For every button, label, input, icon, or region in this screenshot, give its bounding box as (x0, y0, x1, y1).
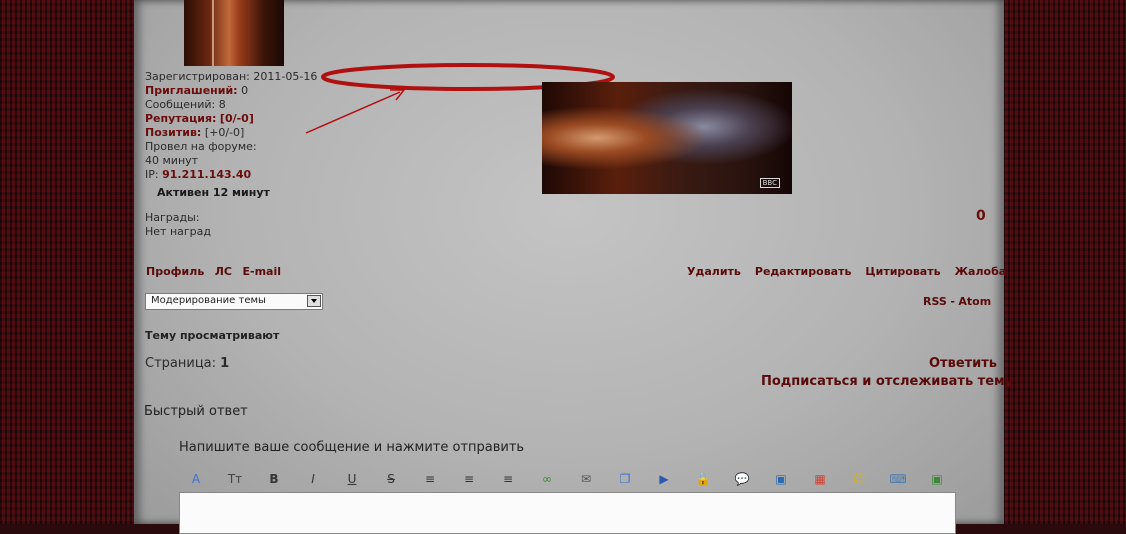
user-avatar[interactable] (184, 0, 284, 66)
annotation-arrow (305, 91, 401, 134)
awards-label: Награды: (145, 211, 200, 224)
edit-link[interactable]: Редактировать (755, 265, 852, 278)
atom-link[interactable]: Atom (958, 295, 991, 308)
font-size-icon[interactable]: Tт (225, 470, 245, 488)
quote-link[interactable]: Цитировать (865, 265, 940, 278)
post-image[interactable]: BBC (542, 82, 792, 194)
quote-icon[interactable]: ❐ (615, 470, 635, 488)
profile-link[interactable]: Профиль (146, 265, 204, 278)
insert-image-icon[interactable]: ▣ (927, 470, 947, 488)
post-actions: Удалить Редактировать Цитировать Жалоба (687, 265, 1006, 278)
message-textarea[interactable] (179, 492, 956, 534)
video-icon[interactable]: ▶ (654, 470, 674, 488)
lock-icon[interactable]: 🔒 (693, 470, 713, 488)
registered-row: Зарегистрирован: 2011-05-16 (145, 70, 318, 83)
italic-icon[interactable]: I (303, 470, 323, 488)
time-value: 40 минут (145, 154, 199, 167)
strikethrough-icon[interactable]: S (381, 470, 401, 488)
comment-icon[interactable]: 💬 (732, 470, 752, 488)
image-watermark: BBC (759, 178, 780, 188)
font-color-icon[interactable]: A (186, 470, 206, 488)
rss-link[interactable]: RSS (923, 295, 947, 308)
align-left-icon[interactable]: ≡ (420, 470, 440, 488)
reputation-row[interactable]: Репутация: [0/-0] (145, 112, 254, 125)
moderation-select[interactable]: Модерирование темы (145, 293, 323, 310)
invites-row: Приглашений: 0 (145, 84, 249, 97)
reply-link[interactable]: Ответить (929, 356, 997, 371)
chevron-down-icon[interactable] (307, 295, 321, 307)
moderation-select-value: Модерирование темы (151, 295, 266, 306)
pagination: Страница: 1 (145, 356, 230, 371)
background-left (0, 0, 140, 524)
quick-reply-title: Быстрый ответ (144, 404, 248, 419)
post-rating-counter[interactable]: 0 (976, 208, 986, 224)
positive-row[interactable]: Позитив: [+0/-0] (145, 126, 244, 139)
subscribe-link[interactable]: Подписаться и отслеживать тему (761, 374, 1013, 389)
align-center-icon[interactable]: ≡ (459, 470, 479, 488)
quick-reply-hint: Напишите ваше сообщение и нажмите отправ… (179, 440, 525, 455)
posts-row: Сообщений: 8 (145, 98, 226, 111)
editor-toolbar: A Tт B I U S ≡ ≡ ≡ ∞ ✉ ❐ ▶ 🔒 💬 ▣ ▦ ☺ ⌨ ▣ (186, 470, 946, 490)
awards-value: Нет наград (145, 225, 211, 238)
underline-icon[interactable]: U (342, 470, 362, 488)
keyboard-icon[interactable]: ⌨ (888, 470, 908, 488)
ip-row: IP: 91.211.143.40 (145, 168, 252, 181)
feed-links: RSS - Atom (923, 295, 991, 308)
link-icon[interactable]: ∞ (537, 470, 557, 488)
report-link[interactable]: Жалоба (955, 265, 1007, 278)
viewing-users-title: Тему просматривают (145, 329, 280, 342)
smiley-icon[interactable]: ☺ (849, 470, 869, 488)
background-right (998, 0, 1126, 524)
current-page[interactable]: 1 (220, 356, 229, 371)
email-link[interactable]: E-mail (243, 265, 282, 278)
delete-link[interactable]: Удалить (687, 265, 741, 278)
active-status: Активен 12 минут (157, 186, 270, 199)
time-label: Провел на форуме: (145, 140, 257, 153)
feed-separator: - (950, 295, 955, 308)
pm-link[interactable]: ЛС (215, 265, 232, 278)
bold-icon[interactable]: B (264, 470, 284, 488)
color-palette-icon[interactable]: ▦ (810, 470, 830, 488)
align-right-icon[interactable]: ≡ (498, 470, 518, 488)
image-icon[interactable]: ▣ (771, 470, 791, 488)
email-icon[interactable]: ✉ (576, 470, 596, 488)
user-links: Профиль ЛС E-mail (146, 265, 281, 278)
